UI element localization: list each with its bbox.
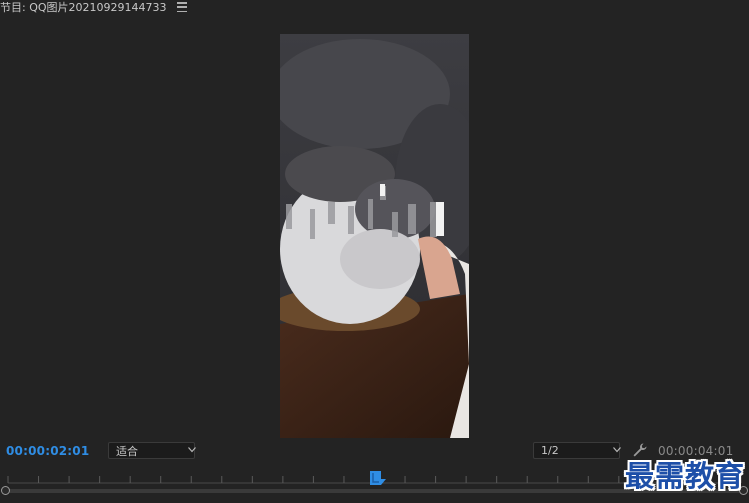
panel-header: 节目: QQ图片20210929144733 — [0, 0, 187, 14]
hamburger-menu-icon[interactable] — [176, 2, 187, 12]
panel-title: 节目: QQ图片20210929144733 — [0, 1, 167, 14]
zoom-fit-dropdown[interactable]: 适合 — [108, 442, 196, 459]
resolution-value: 1/2 — [541, 444, 559, 457]
video-preview[interactable] — [280, 34, 469, 438]
watermark-text: 最需教育 — [624, 459, 745, 493]
video-frame — [280, 34, 469, 438]
current-timecode[interactable]: 00:00:02:01 — [6, 444, 89, 458]
playhead-marker-icon[interactable] — [369, 470, 387, 485]
zoom-fit-value: 适合 — [116, 444, 138, 458]
scrollbar-left-handle[interactable] — [1, 486, 10, 495]
resolution-dropdown[interactable]: 1/2 — [533, 442, 621, 459]
